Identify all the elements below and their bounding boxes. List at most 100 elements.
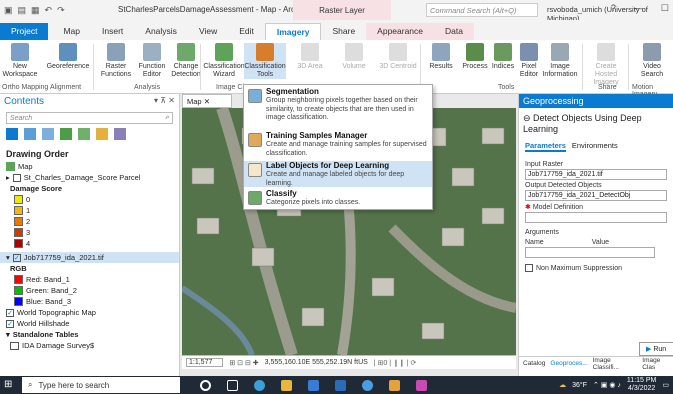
list-by-snapping-icon[interactable] bbox=[78, 128, 90, 140]
open-icon[interactable]: ▤ bbox=[18, 5, 27, 16]
list-by-editing-icon[interactable] bbox=[60, 128, 72, 140]
list-by-perspective-icon[interactable] bbox=[114, 128, 126, 140]
windows-start-icon[interactable]: ⊞ bbox=[4, 379, 18, 391]
redo-icon[interactable]: ↷ bbox=[57, 5, 65, 16]
clock-time[interactable]: 11:15 PM bbox=[627, 377, 656, 385]
parcel-visibility-checkbox[interactable] bbox=[12, 173, 21, 182]
tab-parameters[interactable]: Parameters bbox=[525, 141, 566, 152]
close-icon[interactable]: ✕ bbox=[204, 97, 210, 106]
map-view-tab[interactable]: Map ✕ bbox=[182, 94, 232, 108]
model-definition-field[interactable] bbox=[525, 212, 667, 223]
results-button[interactable]: Results bbox=[424, 43, 458, 71]
classification-wizard-button[interactable]: Classification Wizard bbox=[202, 43, 246, 79]
tab-imagery[interactable]: Imagery bbox=[264, 23, 322, 40]
file-explorer-icon[interactable] bbox=[281, 379, 292, 391]
chrome-icon[interactable] bbox=[362, 379, 373, 391]
tab-map[interactable]: Map bbox=[52, 23, 91, 40]
tab-environments[interactable]: Environments bbox=[572, 141, 618, 152]
taskbar-search-input[interactable]: ⌕ Type here to search bbox=[22, 377, 180, 393]
world-hillshade-item[interactable]: ✓ World Hillshade bbox=[0, 318, 179, 329]
tab-appearance[interactable]: Appearance bbox=[366, 23, 435, 40]
quick-access-toolbar[interactable]: ▣ ▤ ▦ ↶ ↷ bbox=[0, 5, 65, 16]
pane-options-icon[interactable]: ▾ ⊼ ✕ bbox=[154, 96, 175, 106]
tab-catalog[interactable]: Catalog bbox=[523, 360, 545, 367]
parcel-layer-item[interactable]: ▸ St_Charles_Damage_Score Parcel bbox=[0, 172, 179, 183]
mail-icon[interactable] bbox=[335, 379, 346, 391]
notifications-icon[interactable]: ▭ bbox=[662, 381, 669, 389]
list-by-source-icon[interactable] bbox=[24, 128, 36, 140]
topo-visibility-checkbox[interactable]: ✓ bbox=[6, 308, 14, 317]
new-icon[interactable]: ▣ bbox=[4, 5, 13, 16]
tab-project[interactable]: Project bbox=[0, 23, 49, 40]
tab-geoprocessing[interactable]: Geoproces... bbox=[550, 360, 587, 367]
3d-centroid-button[interactable]: 3D Centroid bbox=[378, 43, 418, 71]
classification-tools-button[interactable]: Classification Tools bbox=[244, 43, 286, 79]
tab-insert[interactable]: Insert bbox=[91, 23, 134, 40]
menu-item-segmentation[interactable]: Segmentation Group neighboring pixels tog… bbox=[244, 87, 432, 127]
tab-image-classification-2[interactable]: Image Clas bbox=[642, 357, 673, 371]
command-search-input[interactable]: Command Search (Alt+Q) bbox=[426, 3, 538, 17]
list-by-selection-icon[interactable] bbox=[42, 128, 54, 140]
create-hosted-imagery-button[interactable]: Create Hosted Imagery bbox=[586, 43, 626, 87]
tab-image-classification[interactable]: Image Classifi... bbox=[593, 357, 638, 371]
raster-layer-item[interactable]: ▾ ✓ Job717759_ida_2021.tif bbox=[0, 252, 179, 263]
volume-button[interactable]: Volume bbox=[334, 43, 374, 71]
scale-selector[interactable]: 1:1,577 bbox=[186, 358, 224, 367]
standalone-table-item[interactable]: IDA Damage Survey$ bbox=[0, 340, 179, 351]
image-information-button[interactable]: Image Information bbox=[540, 43, 580, 79]
weather-icon[interactable]: ☁ bbox=[559, 381, 566, 389]
list-by-labeling-icon[interactable] bbox=[96, 128, 108, 140]
tray-icons[interactable]: ⌃ ▣ ◉ ♪ bbox=[593, 381, 621, 389]
expand-icon[interactable]: ▾ bbox=[6, 253, 10, 262]
hillshade-visibility-checkbox[interactable]: ✓ bbox=[6, 319, 14, 328]
clock-date[interactable]: 4/3/2022 bbox=[627, 385, 656, 393]
nms-option[interactable]: Non Maximum Suppression bbox=[519, 262, 673, 273]
map-view-tools[interactable]: | ⊞0 | ❙❙ | ⟳ bbox=[374, 359, 417, 367]
arguments-table[interactable] bbox=[525, 247, 655, 258]
tool-title: Detect Objects Using Deep Learning bbox=[523, 113, 642, 134]
process-button[interactable]: Process bbox=[460, 43, 490, 71]
menu-item-training-samples[interactable]: Training Samples Manager Create and manag… bbox=[244, 131, 432, 157]
list-by-drawing-order-icon[interactable] bbox=[6, 128, 18, 140]
undo-icon[interactable]: ↶ bbox=[45, 5, 53, 16]
expand-icon[interactable]: ▸ bbox=[6, 173, 10, 182]
tab-analysis[interactable]: Analysis bbox=[134, 23, 188, 40]
tab-edit[interactable]: Edit bbox=[228, 23, 265, 40]
map-layer-item[interactable]: Map bbox=[0, 161, 179, 172]
world-topo-item[interactable]: ✓ World Topographic Map bbox=[0, 307, 179, 318]
output-objects-field[interactable]: Job717759_ida_2021_DetectObj bbox=[525, 190, 667, 201]
cortana-icon[interactable] bbox=[200, 379, 211, 391]
save-icon[interactable]: ▦ bbox=[31, 5, 40, 16]
maximize-button[interactable]: ☐ bbox=[661, 3, 669, 14]
menu-item-classify[interactable]: Classify Categorize pixels into classes. bbox=[244, 189, 432, 209]
input-raster-field[interactable]: Job717759_ida_2021.tif bbox=[525, 169, 667, 180]
georeference-button[interactable]: Georeference bbox=[44, 43, 92, 71]
photos-icon[interactable] bbox=[416, 379, 427, 391]
nms-checkbox[interactable] bbox=[525, 264, 533, 272]
video-search-button[interactable]: Video Search bbox=[632, 43, 672, 79]
task-view-icon[interactable] bbox=[227, 379, 238, 391]
minimize-button[interactable]: — bbox=[634, 3, 643, 14]
legend-swatch bbox=[14, 228, 23, 237]
tab-view[interactable]: View bbox=[188, 23, 228, 40]
expand-icon[interactable]: ▾ bbox=[6, 330, 10, 339]
raster-visibility-checkbox[interactable]: ✓ bbox=[12, 253, 21, 262]
tab-share[interactable]: Share bbox=[321, 23, 366, 40]
raster-functions-button[interactable]: Raster Functions bbox=[96, 43, 136, 79]
arcgis-pro-icon[interactable] bbox=[389, 379, 400, 391]
new-workspace-button[interactable]: New Workspace bbox=[0, 43, 40, 79]
contents-search-input[interactable]: Search ⌕ bbox=[6, 112, 173, 124]
tab-data[interactable]: Data bbox=[434, 23, 474, 40]
help-button[interactable]: ? bbox=[611, 3, 616, 14]
3d-area-button[interactable]: 3D Area bbox=[290, 43, 330, 71]
process-icon bbox=[466, 43, 484, 61]
run-button[interactable]: ▶ Run bbox=[639, 342, 673, 356]
weather-temp[interactable]: 36°F bbox=[572, 382, 587, 389]
damage-legend: 01234 bbox=[0, 194, 179, 249]
menu-item-label-objects[interactable]: Label Objects for Deep Learning Create an… bbox=[244, 161, 432, 187]
map-navigation-icons[interactable]: ⊞ ⊡ ⊟ ✚ bbox=[229, 359, 258, 367]
standalone-tables-heading[interactable]: ▾ Standalone Tables bbox=[0, 329, 179, 340]
edge-icon[interactable] bbox=[254, 379, 265, 391]
back-arrow-icon[interactable]: ⊖ bbox=[523, 113, 533, 123]
store-icon[interactable] bbox=[308, 379, 319, 391]
